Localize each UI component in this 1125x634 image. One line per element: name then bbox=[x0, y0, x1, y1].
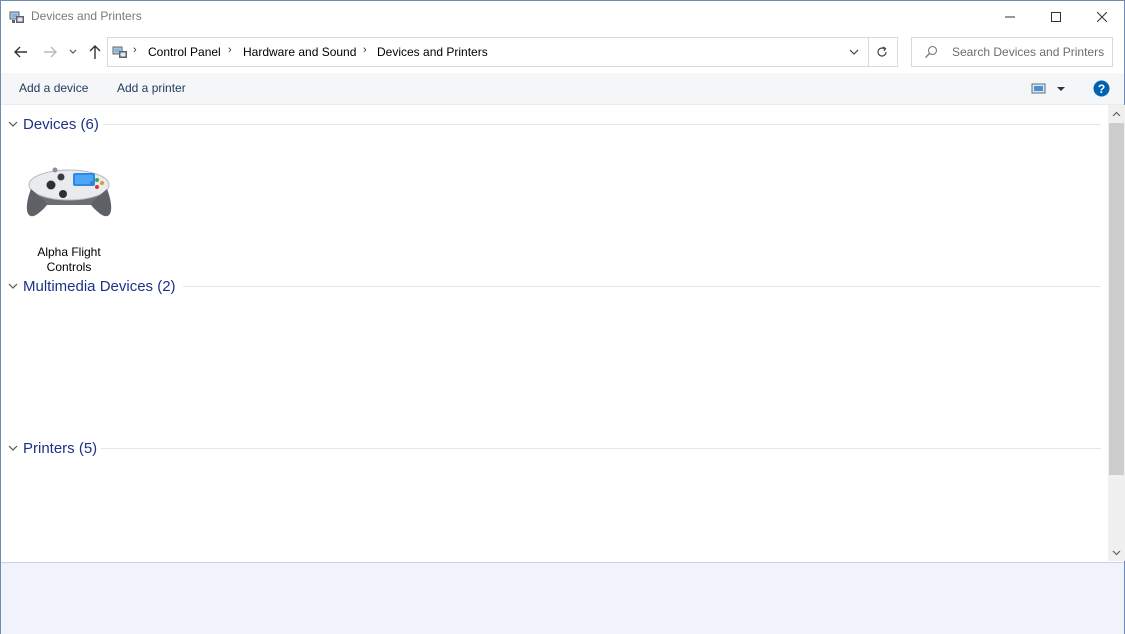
svg-text:?: ? bbox=[1098, 82, 1105, 96]
chevron-down-icon bbox=[8, 445, 18, 451]
chevron-down-icon bbox=[69, 49, 77, 54]
back-button[interactable] bbox=[11, 42, 31, 62]
window-title: Devices and Printers bbox=[31, 9, 142, 23]
group-divider bbox=[103, 124, 1101, 125]
minimize-icon bbox=[1005, 16, 1015, 17]
breadcrumb-devices-and-printers[interactable]: Devices and Printers bbox=[377, 45, 488, 59]
group-header-devices[interactable]: Devices (6) bbox=[7, 114, 99, 134]
refresh-button[interactable] bbox=[867, 37, 898, 67]
group-title-devices: Devices (6) bbox=[23, 115, 99, 133]
group-divider bbox=[183, 286, 1101, 287]
chevron-down-icon bbox=[8, 283, 18, 289]
change-view-button[interactable] bbox=[1031, 81, 1071, 97]
group-divider bbox=[101, 448, 1101, 449]
device-label-line2: Controls bbox=[46, 260, 92, 274]
help-icon: ? bbox=[1093, 80, 1110, 97]
device-label-line1: Alpha Flight bbox=[37, 245, 101, 259]
scroll-down-icon[interactable] bbox=[1111, 547, 1122, 558]
add-printer-button[interactable]: Add a printer bbox=[117, 81, 186, 95]
group-header-printers[interactable]: Printers (5) bbox=[7, 438, 97, 458]
device-label: Alpha Flight Controls bbox=[23, 245, 115, 275]
breadcrumb-separator-icon[interactable]: › bbox=[228, 44, 232, 56]
devices-and-printers-app-icon bbox=[9, 9, 25, 25]
gamepad-icon bbox=[26, 167, 112, 217]
breadcrumb-separator-icon[interactable]: › bbox=[363, 44, 367, 56]
search-placeholder: Search Devices and Printers bbox=[952, 45, 1105, 59]
add-device-button[interactable]: Add a device bbox=[19, 81, 88, 95]
forward-arrow-icon bbox=[44, 46, 57, 58]
search-icon bbox=[924, 45, 938, 64]
control-panel-icon bbox=[112, 44, 128, 60]
breadcrumb-hardware-and-sound[interactable]: Hardware and Sound bbox=[243, 45, 356, 59]
search-input[interactable]: Search Devices and Printers bbox=[911, 37, 1113, 67]
devices-content-area: Devices (6) Alpha Flight Controls Multim… bbox=[1, 105, 1107, 561]
group-title-multimedia-devices: Multimedia Devices (2) bbox=[23, 277, 176, 295]
command-bar: Add a device Add a printer bbox=[1, 73, 1124, 105]
address-history-dropdown[interactable] bbox=[846, 44, 862, 60]
recent-locations-button[interactable] bbox=[65, 42, 81, 62]
maximize-button[interactable] bbox=[1033, 1, 1079, 32]
up-button[interactable] bbox=[85, 42, 105, 62]
address-bar[interactable]: › Control Panel › Hardware and Sound › D… bbox=[107, 37, 869, 67]
scroll-up-icon[interactable] bbox=[1111, 109, 1122, 120]
refresh-icon bbox=[877, 46, 887, 57]
back-arrow-icon bbox=[14, 46, 27, 58]
chevron-down-icon bbox=[8, 121, 18, 127]
forward-button[interactable] bbox=[40, 42, 60, 62]
breadcrumb-control-panel[interactable]: Control Panel bbox=[148, 45, 221, 59]
up-arrow-icon bbox=[89, 45, 101, 59]
group-header-multimedia-devices[interactable]: Multimedia Devices (2) bbox=[7, 276, 176, 296]
maximize-icon bbox=[1051, 11, 1061, 22]
breadcrumb-separator-icon[interactable]: › bbox=[133, 44, 137, 56]
devices-and-printers-window: Devices and Printers › Control Panel › H… bbox=[0, 0, 1125, 634]
group-title-printers: Printers (5) bbox=[23, 439, 98, 457]
help-button[interactable]: ? bbox=[1093, 80, 1110, 97]
minimize-button[interactable] bbox=[987, 1, 1033, 32]
title-bar: Devices and Printers bbox=[1, 1, 1124, 32]
close-button[interactable] bbox=[1079, 1, 1125, 32]
scrollbar-thumb[interactable] bbox=[1109, 123, 1124, 475]
vertical-scrollbar[interactable] bbox=[1108, 105, 1125, 561]
view-options-icon bbox=[1031, 83, 1065, 94]
chevron-down-icon bbox=[849, 49, 859, 55]
close-icon bbox=[1097, 11, 1107, 22]
details-pane bbox=[1, 562, 1124, 634]
